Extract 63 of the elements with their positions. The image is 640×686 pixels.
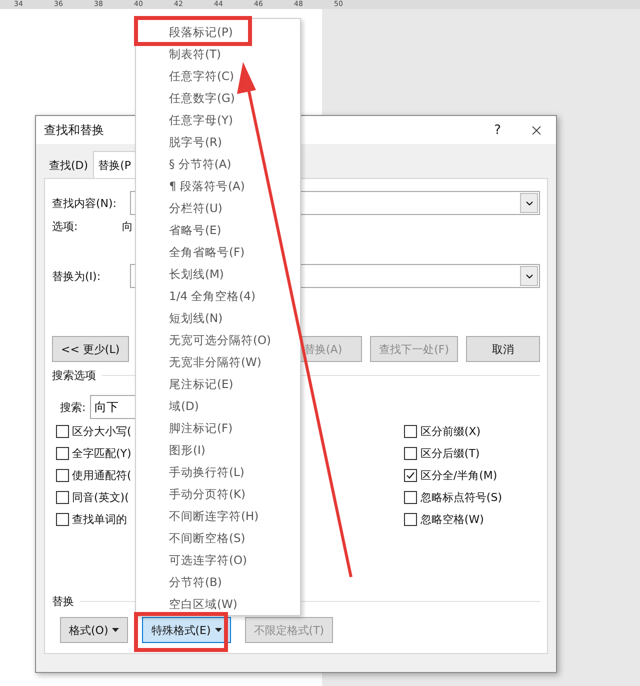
menu-item[interactable]: 不间断连字符(H) — [136, 505, 300, 527]
checkbox[interactable] — [56, 447, 69, 460]
menu-item[interactable]: 脱字号(R) — [136, 131, 300, 153]
menu-item[interactable]: 任意字符(C) — [136, 65, 300, 87]
menu-item[interactable]: 脚注标记(F) — [136, 417, 300, 439]
caret-icon — [214, 628, 222, 632]
checkbox[interactable] — [56, 513, 69, 526]
checkbox-label: 区分全/半角(M) — [420, 468, 498, 483]
checkbox[interactable] — [56, 425, 69, 438]
menu-item[interactable]: 任意数字(G) — [136, 87, 300, 109]
dialog-button[interactable]: 取消 — [466, 336, 540, 362]
tab[interactable]: 查找(D) — [44, 151, 94, 178]
checkbox[interactable] — [56, 469, 69, 482]
checkbox-label: 全字匹配(Y) — [72, 446, 132, 461]
menu-item[interactable]: 分节符(B) — [136, 571, 300, 593]
menu-item[interactable]: 尾注标记(E) — [136, 373, 300, 395]
checkbox-label: 同音(英文)( — [72, 490, 129, 505]
dropdown-button[interactable] — [520, 266, 538, 286]
checkbox[interactable] — [404, 491, 418, 504]
options-label: 选项: — [52, 219, 79, 234]
menu-item[interactable]: 可选连字符(O) — [136, 549, 300, 571]
menu-item[interactable]: 制表符(T) — [136, 43, 300, 65]
checkbox-label: 查找单词的 — [72, 512, 127, 527]
menu-item[interactable]: 分栏符(U) — [136, 197, 300, 219]
menu-item[interactable]: ¶ 段落符号(A) — [136, 175, 300, 197]
menu-item[interactable]: 1/4 全角空格(4) — [136, 285, 300, 307]
replace-label: 替换为(I): — [52, 268, 102, 284]
options-value: 向 — [122, 219, 133, 234]
checkbox[interactable] — [404, 513, 418, 526]
menu-item[interactable]: 省略号(E) — [136, 219, 300, 241]
menu-item[interactable]: 长划线(M) — [136, 263, 300, 285]
menu-item[interactable]: 域(D) — [136, 395, 300, 417]
help-button[interactable]: ? — [494, 122, 501, 138]
search-label: 搜索: — [60, 400, 86, 414]
caret-icon — [112, 628, 120, 632]
window-title: 查找和替换 — [44, 122, 105, 138]
checkbox[interactable] — [404, 425, 418, 438]
menu-item[interactable]: 不间断空格(S) — [136, 527, 300, 549]
menu-item[interactable]: 全角省略号(F) — [136, 241, 300, 263]
menu-item[interactable]: § 分节符(A) — [136, 153, 300, 175]
checkbox[interactable] — [404, 447, 418, 460]
menu-item[interactable]: 手动分页符(K) — [136, 483, 300, 505]
menu-item[interactable]: 短划线(N) — [136, 307, 300, 329]
menu-item[interactable]: 手动换行符(L) — [136, 461, 300, 483]
checkbox-label: 使用通配符( — [72, 468, 132, 483]
checkbox-label: 忽略空格(W) — [420, 512, 484, 527]
section-title: 搜索选项 — [52, 368, 96, 383]
checkbox-label: 区分大小写( — [72, 424, 132, 439]
find-label: 查找内容(N): — [52, 196, 118, 210]
format-button[interactable]: 格式(O) — [60, 617, 128, 643]
menu-item[interactable]: 空白区域(W) — [136, 593, 300, 615]
checkbox[interactable] — [56, 491, 69, 504]
less-button[interactable]: << 更少(L) — [52, 336, 129, 362]
format-button[interactable]: 特殊格式(E) — [142, 617, 231, 643]
dropdown-button[interactable] — [520, 193, 538, 213]
menu-item[interactable]: 任意字母(Y) — [136, 109, 300, 131]
menu-item[interactable]: 图形(I) — [136, 439, 300, 461]
checkbox-label: 区分后缀(T) — [420, 446, 480, 461]
tab[interactable]: 替换(P — [93, 151, 136, 178]
checkbox-label: 忽略标点符号(S) — [420, 490, 502, 505]
checkbox-label: 区分前缀(X) — [420, 424, 481, 439]
section-title: 替换 — [52, 594, 74, 609]
checkbox[interactable] — [404, 469, 418, 482]
